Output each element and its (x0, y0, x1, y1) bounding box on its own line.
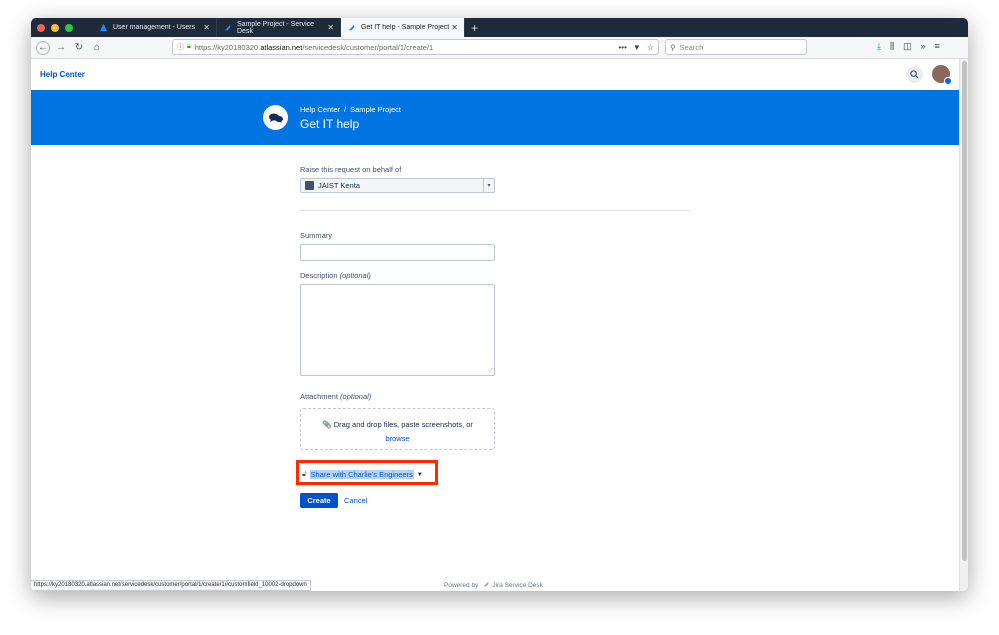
user-icon (305, 181, 314, 190)
tab-bar: User management - Users ✕ Sample Project… (31, 18, 968, 37)
help-center-link[interactable]: Help Center (40, 70, 85, 79)
scrollbar[interactable] (959, 59, 968, 591)
status-url: https://ky20180320.atlassian.net/service… (31, 580, 311, 591)
on-behalf-value: JAIST Kenta (318, 181, 360, 190)
url-text: https://ky20180320.atlassian.net/service… (194, 42, 434, 52)
footer-product-link[interactable]: Jira Service Desk (492, 582, 543, 589)
paperclip-icon: 📎︎ (322, 420, 332, 429)
home-icon[interactable]: ⌂ (90, 41, 104, 55)
browse-link[interactable]: browse (385, 434, 409, 443)
browser-toolbar: ← → ↻ ⌂ ⓘ 🔒︎ https://ky20180320.atlassia… (31, 37, 968, 59)
browser-window: User management - Users ✕ Sample Project… (31, 18, 968, 591)
atlassian-icon (99, 23, 108, 32)
summary-field[interactable] (300, 244, 495, 261)
chevron-down-icon: ▾ (483, 179, 494, 192)
reload-button[interactable]: ↻ (72, 41, 86, 55)
search-button[interactable] (906, 66, 923, 83)
close-window-button[interactable] (37, 23, 45, 32)
attachment-text: Drag and drop files, paste screenshots, … (333, 420, 473, 429)
download-icon[interactable]: ⤓ (877, 41, 881, 52)
search-icon: ⚲ (670, 42, 676, 52)
page-content: Help Center Help Center / Sample Project G… (31, 59, 959, 591)
back-button[interactable]: ← (36, 40, 50, 55)
tab-service-desk[interactable]: Sample Project - Service Desk ✕ (217, 18, 341, 37)
tab-label: User management - Users (113, 24, 196, 31)
powered-by-text: Powered by (444, 581, 479, 589)
search-placeholder: Search (679, 42, 704, 52)
pocket-icon[interactable]: ▼ (633, 43, 641, 52)
info-icon[interactable]: ⓘ (177, 42, 184, 52)
jira-service-desk-icon (482, 580, 490, 590)
unlock-icon: 🔓︎ (302, 470, 307, 478)
window-controls (37, 23, 93, 32)
tab-label: Sample Project - Service Desk (237, 20, 315, 35)
bookmark-star-icon[interactable]: ☆ (647, 43, 654, 52)
page-title: Get IT help (300, 117, 360, 131)
cancel-button[interactable]: Cancel (344, 496, 367, 505)
tab-label: Get IT help - Sample Project - S (361, 24, 451, 31)
close-tab-icon[interactable]: ✕ (327, 23, 334, 32)
close-tab-icon[interactable]: ✕ (203, 23, 210, 32)
help-center-header: Help Center (31, 59, 959, 90)
toolbar-icons: ⤓ ⫼ ◫ » ≡ (877, 41, 940, 52)
breadcrumb-sample-project[interactable]: Sample Project (350, 105, 401, 114)
maximize-window-button[interactable] (65, 23, 73, 32)
divider (300, 210, 690, 211)
page-actions-icon[interactable]: ••• (619, 43, 627, 52)
jira-service-desk-icon (347, 23, 356, 32)
sidebar-icon[interactable]: ◫ (903, 41, 912, 52)
minimize-window-button[interactable] (51, 23, 59, 32)
tab-user-management[interactable]: User management - Users ✕ (93, 18, 217, 37)
resize-handle-icon[interactable]: ⟋ (489, 368, 493, 375)
tab-get-it-help[interactable]: Get IT help - Sample Project - S ✕ (341, 18, 465, 37)
close-tab-icon[interactable]: ✕ (451, 23, 458, 32)
address-bar[interactable]: ⓘ 🔒︎ https://ky20180320.atlassian.net/se… (172, 39, 659, 55)
search-icon (910, 70, 919, 79)
breadcrumb-separator: / (344, 105, 347, 114)
description-label: Description (optional) (300, 271, 371, 280)
footer: Powered by Jira Service Desk (444, 580, 543, 590)
forward-button[interactable]: → (54, 41, 68, 55)
url-actions: ••• ▼ ☆ (619, 43, 655, 52)
chat-bubbles-icon (263, 105, 288, 130)
avatar[interactable] (932, 65, 952, 85)
attachment-label: Attachment (optional) (300, 392, 372, 401)
attachment-dropzone[interactable]: 📎︎ Drag and drop files, paste screenshot… (300, 408, 495, 450)
share-label: Share with Charlie's Engineers (309, 470, 414, 479)
description-field[interactable]: ⟋ (300, 284, 495, 376)
breadcrumb-help-center[interactable]: Help Center (300, 105, 340, 114)
scrollbar-thumb[interactable] (962, 61, 967, 561)
caret-down-icon: ▼ (416, 471, 423, 478)
breadcrumb: Help Center / Sample Project (300, 105, 401, 114)
on-behalf-select[interactable]: JAIST Kenta ▾ (300, 178, 495, 193)
new-tab-button[interactable]: + (471, 21, 478, 35)
share-dropdown[interactable]: 🔓︎ Share with Charlie's Engineers ▼ (302, 470, 423, 479)
portal-banner: Help Center / Sample Project Get IT help (31, 90, 959, 145)
overflow-icon[interactable]: » (921, 41, 926, 52)
search-input[interactable]: ⚲ Search (665, 39, 807, 55)
menu-icon[interactable]: ≡ (935, 41, 940, 52)
create-button[interactable]: Create (300, 493, 338, 508)
avatar-badge (944, 77, 952, 85)
lock-icon: 🔒︎ (187, 43, 191, 50)
summary-label: Summary (300, 231, 333, 240)
on-behalf-label: Raise this request on behalf of (300, 165, 402, 174)
jira-service-desk-icon (223, 23, 232, 32)
library-icon[interactable]: ⫼ (890, 41, 894, 52)
